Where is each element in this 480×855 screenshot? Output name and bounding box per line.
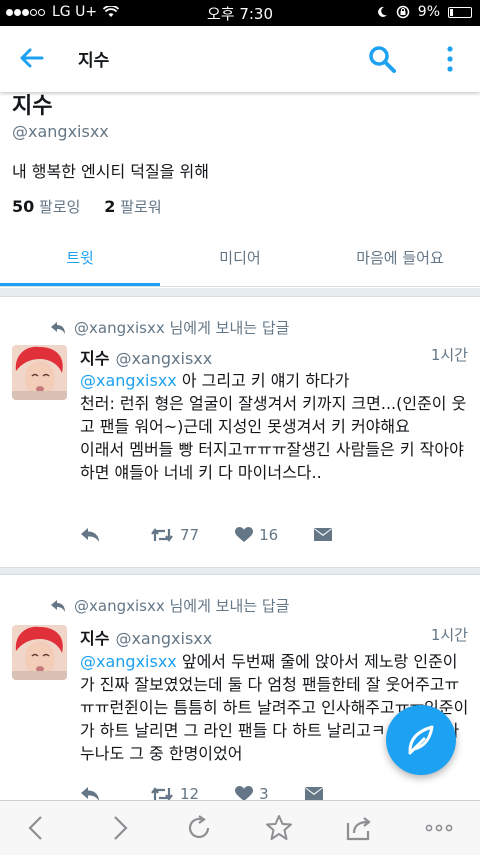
moon-icon	[377, 6, 387, 17]
envelope-icon	[304, 787, 323, 800]
profile-tabs: 트윗 미디어 마음에 들어요	[0, 232, 480, 287]
heart-icon	[235, 527, 254, 542]
like-button[interactable]: 16	[235, 526, 278, 544]
following-link[interactable]: 50 팔로잉	[12, 197, 81, 216]
tab-media[interactable]: 미디어	[160, 247, 320, 268]
following-label: 팔로잉	[39, 198, 81, 216]
direct-message-button[interactable]	[314, 528, 333, 542]
tab-likes[interactable]: 마음에 들어요	[320, 247, 480, 268]
tweet[interactable]: @xangxisxx 님에게 보내는 답글 지수 @xangxisxx 1시간 @…	[0, 574, 480, 816]
status-bar: LG U+ 오후 7:30 9%	[0, 0, 480, 26]
browser-toolbar	[0, 800, 480, 855]
profile-handle: @xangxisxx	[12, 122, 109, 141]
back-chevron-icon[interactable]	[22, 813, 52, 843]
tweet-author[interactable]: 지수 @xangxisxx	[80, 625, 212, 649]
envelope-icon	[314, 528, 333, 541]
followers-link[interactable]: 2 팔로워	[104, 197, 162, 216]
bookmark-star-icon[interactable]	[264, 813, 294, 843]
compose-feather-icon	[408, 725, 434, 755]
followers-count: 2	[104, 197, 116, 216]
direct-message-button[interactable]	[304, 787, 323, 801]
profile-header: 지수 @xangxisxx 내 행복한 엔시티 덕질을 위해 50 팔로잉 2 …	[0, 92, 480, 288]
tab-tweets[interactable]: 트윗	[0, 247, 160, 268]
avatar[interactable]	[12, 345, 67, 400]
app-bar: 지수	[0, 26, 480, 92]
more-options-icon[interactable]	[440, 44, 460, 74]
tweet-text: @xangxisxx 아 그리고 키 얘기 하다가 천러: 런쥐 형은 얼굴이 …	[80, 369, 470, 484]
retweet-count: 77	[180, 526, 200, 544]
profile-stats: 50 팔로잉 2 팔로워	[12, 196, 162, 217]
author-name: 지수	[80, 629, 110, 648]
retweet-icon	[151, 528, 173, 542]
tweet-time: 1시간	[430, 346, 468, 364]
like-count: 16	[259, 526, 279, 544]
mention-link[interactable]: @xangxisxx	[80, 371, 177, 390]
profile-bio: 내 행복한 엔시티 덕질을 위해	[12, 162, 209, 181]
more-menu-icon[interactable]	[424, 813, 454, 843]
reply-context-icon	[51, 321, 65, 334]
reply-button[interactable]	[80, 527, 100, 543]
reply-context-text: @xangxisxx 님에게 보내는 답글	[74, 597, 290, 615]
battery-percent: 9%	[417, 4, 440, 20]
share-icon[interactable]	[344, 813, 374, 843]
reply-context: @xangxisxx 님에게 보내는 답글	[50, 595, 289, 616]
search-icon[interactable]	[367, 44, 397, 74]
followers-label: 팔로워	[120, 198, 162, 216]
back-arrow-icon[interactable]	[18, 44, 46, 72]
reply-context-text: @xangxisxx 님에게 보내는 답글	[74, 319, 290, 337]
tweet-time: 1시간	[430, 626, 468, 644]
profile-name: 지수	[12, 94, 53, 119]
tweet[interactable]: @xangxisxx 님에게 보내는 답글 지수 @xangxisxx 1시간 @…	[0, 296, 480, 568]
reply-icon	[81, 528, 99, 542]
author-handle: @xangxisxx	[115, 349, 213, 368]
compose-tweet-button[interactable]	[386, 705, 456, 775]
reload-icon[interactable]	[184, 813, 214, 843]
forward-chevron-icon[interactable]	[104, 813, 134, 843]
active-tab-indicator	[0, 283, 160, 286]
rotation-lock-icon	[396, 5, 410, 19]
mention-link[interactable]: @xangxisxx	[80, 652, 177, 671]
battery-icon	[448, 6, 472, 18]
tweet-author[interactable]: 지수 @xangxisxx	[80, 345, 212, 369]
following-count: 50	[12, 197, 35, 216]
tweet-actions: 77 16	[80, 526, 368, 544]
avatar[interactable]	[12, 625, 67, 680]
reply-context-icon	[51, 599, 65, 612]
reply-context: @xangxisxx 님에게 보내는 답글	[50, 317, 289, 338]
author-name: 지수	[80, 349, 110, 368]
app-bar-title: 지수	[78, 51, 110, 71]
retweet-button[interactable]: 77	[150, 526, 199, 544]
author-handle: @xangxisxx	[115, 629, 213, 648]
